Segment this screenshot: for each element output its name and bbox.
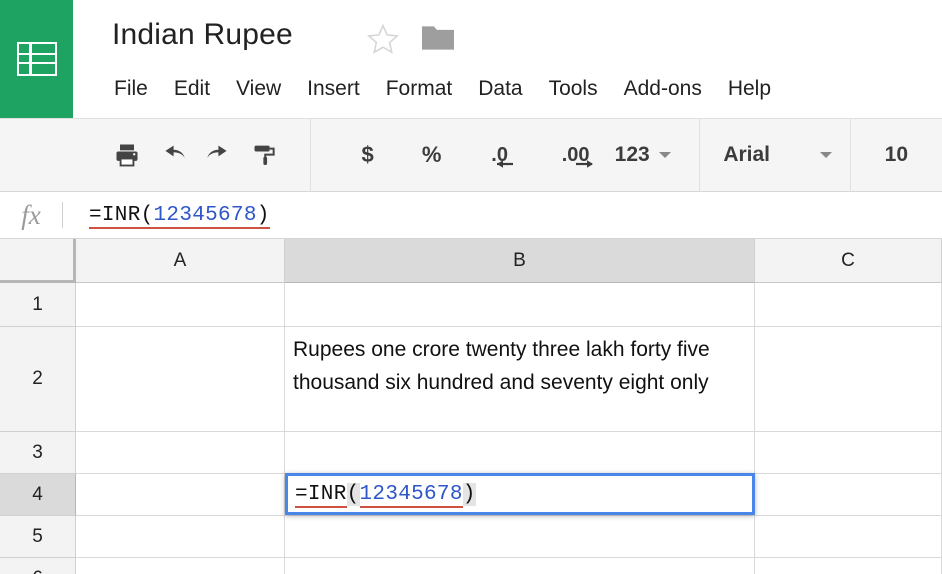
sheets-grid-icon — [16, 42, 57, 76]
redo-button[interactable] — [196, 131, 242, 179]
folder-icon[interactable] — [420, 22, 456, 54]
spreadsheet-grid: A B C 1 2 3 4 5 6 Rupees one crore twent… — [0, 239, 942, 574]
cell-b6[interactable] — [285, 558, 755, 574]
cell-b3[interactable] — [285, 432, 755, 474]
cell-editor-b4[interactable]: =INR(12345678) — [285, 473, 755, 515]
number-format-label: 123 — [614, 143, 650, 166]
formula-input[interactable]: =INR(12345678) — [89, 203, 270, 229]
cell-a3[interactable] — [76, 432, 285, 474]
menu-item-edit[interactable]: Edit — [161, 76, 223, 102]
menu-item-add-ons[interactable]: Add-ons — [611, 76, 715, 102]
menu-bar: File Edit View Insert Format Data Tools … — [108, 70, 784, 108]
select-all-corner[interactable] — [0, 239, 76, 283]
currency-label: $ — [361, 142, 374, 167]
cell-c5[interactable] — [755, 516, 942, 558]
increase-decimal-button[interactable]: .00 — [547, 131, 605, 179]
arrow-right-icon — [575, 160, 593, 168]
editor-number: 12345678 — [359, 482, 463, 508]
undo-button[interactable] — [150, 131, 196, 179]
menu-item-file[interactable]: File — [108, 76, 161, 102]
percent-label: % — [421, 142, 442, 167]
row-header-3[interactable]: 3 — [0, 432, 76, 474]
cell-b5[interactable] — [285, 516, 755, 558]
menu-item-tools[interactable]: Tools — [536, 76, 611, 102]
cell-a1[interactable] — [76, 283, 285, 327]
chevron-down-icon — [820, 152, 832, 158]
cell-a2[interactable] — [76, 327, 285, 432]
cell-a6[interactable] — [76, 558, 285, 574]
cell-a5[interactable] — [76, 516, 285, 558]
row-header-5[interactable]: 5 — [0, 516, 76, 558]
formula-suffix: ) — [256, 203, 270, 229]
editor-prefix: =INR — [295, 482, 347, 508]
menu-item-help[interactable]: Help — [715, 76, 784, 102]
menu-item-data[interactable]: Data — [465, 76, 535, 102]
cell-b2-text: Rupees one crore twenty three lakh forty… — [293, 338, 710, 394]
document-title[interactable]: Indian Rupee — [112, 16, 293, 54]
formula-bar-divider — [62, 202, 63, 228]
row-header-6[interactable]: 6 — [0, 558, 76, 574]
font-name-selector[interactable]: Arial — [699, 131, 850, 179]
menu-item-view[interactable]: View — [223, 76, 294, 102]
editor-close-paren: ) — [462, 482, 476, 506]
paint-roller-icon — [254, 145, 275, 166]
number-format-button[interactable]: 123 — [615, 131, 671, 179]
cell-c1[interactable] — [755, 283, 942, 327]
column-header-a[interactable]: A — [76, 239, 285, 283]
toolbar: $ % .0 .00 123 Arial 10 — [0, 118, 942, 192]
editor-open-paren: ( — [346, 482, 360, 506]
cell-c4[interactable] — [755, 474, 942, 516]
cell-editor-text: =INR(12345678) — [295, 482, 476, 508]
app-header: Indian Rupee File Edit View Insert Forma… — [0, 0, 942, 118]
sheets-logo-tile[interactable] — [0, 0, 73, 118]
decrease-decimal-button[interactable]: .0 — [471, 131, 529, 179]
undo-arrow-icon — [165, 145, 185, 158]
row-header-1[interactable]: 1 — [0, 283, 76, 327]
toolbar-group-actions — [104, 119, 288, 191]
fx-icon: fx — [21, 199, 41, 230]
cell-a4[interactable] — [76, 474, 285, 516]
row-header-4[interactable]: 4 — [0, 474, 76, 516]
cell-c6[interactable] — [755, 558, 942, 574]
menu-item-format[interactable]: Format — [373, 76, 466, 102]
font-size-selector[interactable]: 10 — [851, 131, 942, 179]
spreadsheet-app: Indian Rupee File Edit View Insert Forma… — [0, 0, 942, 574]
cell-b1[interactable] — [285, 283, 755, 327]
percent-format-button[interactable]: % — [409, 131, 455, 179]
column-header-b[interactable]: B — [285, 239, 755, 283]
cell-c3[interactable] — [755, 432, 942, 474]
print-button[interactable] — [104, 131, 150, 179]
chevron-down-icon — [658, 152, 671, 158]
currency-format-button[interactable]: $ — [345, 131, 391, 179]
print-icon — [116, 144, 138, 167]
menu-item-insert[interactable]: Insert — [294, 76, 373, 102]
column-header-c[interactable]: C — [755, 239, 942, 283]
star-outline-icon[interactable] — [366, 22, 400, 56]
paint-format-button[interactable] — [242, 131, 288, 179]
font-size-label: 10 — [884, 143, 908, 166]
formula-number: 12345678 — [153, 203, 257, 229]
cell-c2[interactable] — [755, 327, 942, 432]
toolbar-group-number: $ % .0 .00 123 — [345, 119, 671, 191]
font-name-label: Arial — [723, 143, 771, 166]
row-header-2[interactable]: 2 — [0, 327, 76, 432]
formula-bar: fx =INR(12345678) — [0, 192, 942, 239]
redo-arrow-icon — [207, 145, 227, 158]
toolbar-divider-1 — [310, 118, 311, 192]
formula-prefix: =INR( — [89, 203, 154, 229]
arrow-left-icon — [496, 160, 513, 168]
cell-b2[interactable]: Rupees one crore twenty three lakh forty… — [285, 327, 755, 432]
